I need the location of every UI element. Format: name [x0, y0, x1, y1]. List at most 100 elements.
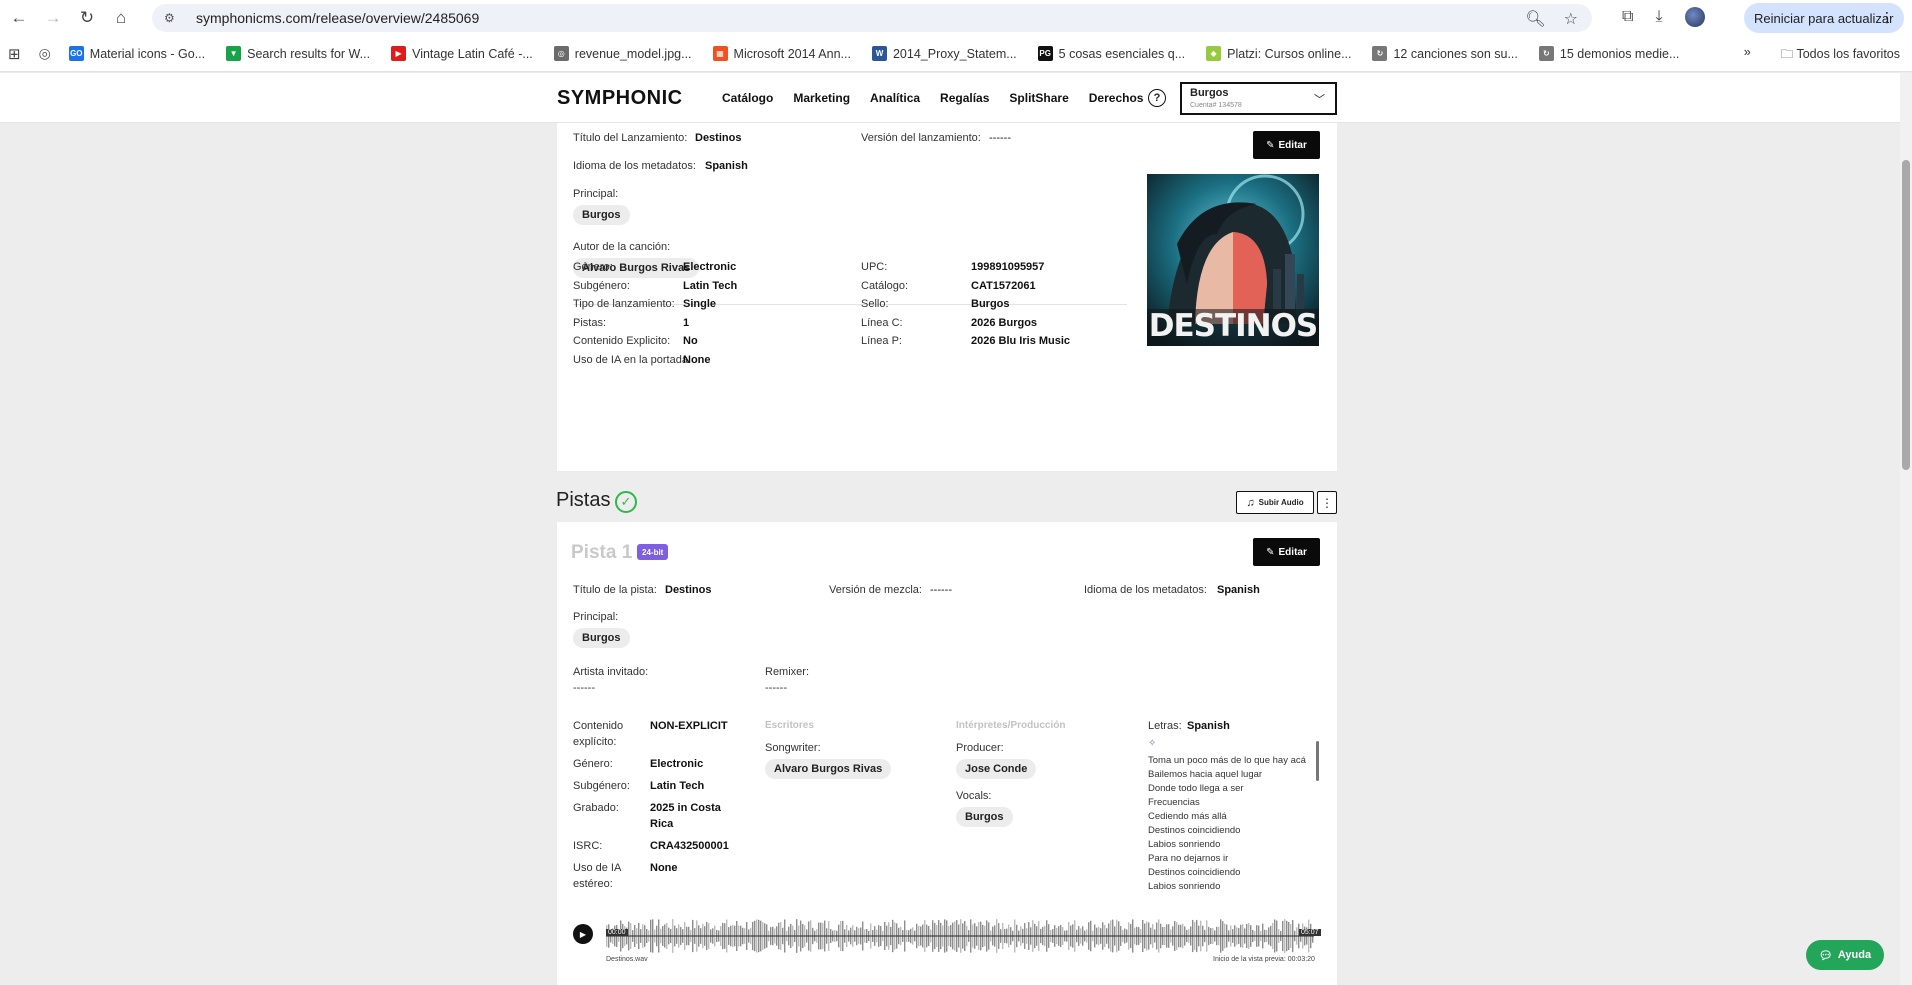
lyrics-text[interactable]: Toma un poco más de lo que hay acá Bailem…: [1148, 754, 1318, 894]
release-field-label: Contenido Explicito:: [573, 335, 671, 347]
lyrics-line: Toma un poco más de lo que hay acá: [1148, 755, 1306, 766]
release-field-label: Uso de IA en la portada:: [573, 353, 692, 366]
bookmark-item[interactable]: ↻ 15 demonios medie...: [1538, 46, 1680, 61]
upload-audio-button[interactable]: ♫ Subir Audio: [1236, 491, 1314, 514]
track-genre-label: Género:: [573, 758, 613, 770]
help-chat-label: Ayuda: [1837, 949, 1872, 961]
release-version-label: Versión del lanzamiento:: [861, 132, 981, 144]
music-note-icon: ♫: [1246, 496, 1255, 509]
audio-player: ▶ 00:00 05:07 Destinos.wav Inicio de la …: [573, 914, 1321, 964]
release-primary-label: Principal:: [573, 188, 619, 200]
url-text[interactable]: symphonicms.com/release/overview/2485069: [196, 10, 479, 26]
guest-artist-value: ------: [573, 682, 595, 694]
extensions-icon[interactable]: ⧉: [1622, 8, 1633, 26]
release-field-label: Género:: [573, 261, 613, 273]
track-primary-label: Principal:: [573, 611, 619, 623]
nav-splitshare[interactable]: SplitShare: [1009, 91, 1068, 105]
back-icon[interactable]: ←: [4, 3, 34, 33]
pencil-icon: ✎: [1266, 546, 1275, 558]
release-title-label: Título del Lanzamiento:: [573, 132, 688, 144]
profile-avatar[interactable]: [1684, 7, 1705, 27]
release-edit-button[interactable]: ✎ Editar: [1253, 131, 1320, 159]
release-field-label: Catálogo:: [861, 279, 909, 292]
waveform[interactable]: [606, 916, 1314, 956]
star-icon[interactable]: ☆: [1564, 9, 1578, 29]
track-title-label: Título de la pista:: [573, 584, 657, 596]
release-field-value: Electronic: [683, 261, 737, 273]
bookmark-item[interactable]: GO Material icons - Go...: [68, 46, 205, 61]
bookmark-label: Search results for W...: [247, 46, 371, 61]
bookmark-favicon-icon: ▼: [226, 46, 242, 61]
bookmark-item[interactable]: ▦ Microsoft 2014 Ann...: [712, 46, 851, 61]
lyrics-line: Donde todo llega a ser: [1148, 783, 1244, 794]
all-favorites-label: Todos los favoritos: [1796, 47, 1900, 61]
remixer-value: ------: [765, 682, 787, 694]
isrc-value: CRA432500001: [650, 840, 729, 852]
nav-rights[interactable]: Derechos: [1089, 91, 1144, 105]
lyrics-line: Cediendo más allá: [1148, 811, 1227, 822]
more-options-icon[interactable]: ⋮: [1317, 491, 1337, 514]
tracks-section-title: Pistas: [556, 489, 611, 511]
bookmark-favicon-icon: ◆: [1206, 46, 1222, 61]
bookmark-globe-icon[interactable]: ◎: [39, 45, 51, 62]
track-edit-label: Editar: [1278, 546, 1307, 558]
ai-stereo-label-1: Uso de IA: [573, 862, 622, 874]
update-button[interactable]: Reiniciar para actualizar ⋮: [1744, 3, 1904, 33]
bookmark-item[interactable]: ◎ revenue_model.jpg...: [553, 46, 692, 61]
bookmark-item[interactable]: ↻ 12 canciones son su...: [1372, 46, 1518, 61]
bookmark-item[interactable]: W 2014_Proxy_Statem...: [871, 46, 1017, 61]
menu-dots-icon[interactable]: ⋮: [1880, 9, 1894, 26]
bookmark-item[interactable]: ▼ Search results for W...: [226, 46, 370, 61]
more-bookmarks-icon[interactable]: »: [1744, 45, 1751, 66]
main-nav: Catálogo Marketing Analítica Regalías Sp…: [722, 91, 1143, 105]
bookmark-label: 15 demonios medie...: [1559, 46, 1680, 61]
nav-marketing[interactable]: Marketing: [793, 91, 850, 105]
lyrics-language: Spanish: [1187, 720, 1230, 732]
nav-royalties[interactable]: Regalías: [940, 91, 989, 105]
help-icon[interactable]: ?: [1148, 89, 1166, 107]
lyrics-scrollbar[interactable]: [1316, 741, 1319, 781]
release-field-label: UPC:: [861, 261, 888, 273]
track-edit-button[interactable]: ✎ Editar: [1253, 538, 1320, 566]
home-icon[interactable]: ⌂: [106, 3, 136, 33]
site-info-icon[interactable]: ⚙: [164, 11, 182, 25]
release-edit-label: Editar: [1278, 139, 1307, 151]
address-bar[interactable]: ⚙ symphonicms.com/release/overview/24850…: [152, 4, 1592, 32]
time-end: 05:07: [1299, 929, 1321, 936]
reload-icon[interactable]: ↻: [72, 3, 102, 33]
apps-grid-icon[interactable]: ⊞: [8, 45, 21, 63]
track-meta-lang-value: Spanish: [1217, 584, 1260, 596]
bookmark-item[interactable]: PG 5 cosas esenciales q...: [1037, 46, 1185, 61]
download-icon[interactable]: ⤓: [1655, 8, 1662, 26]
lyrics-line: Labios sonriendo: [1148, 839, 1221, 850]
forward-icon[interactable]: →: [38, 3, 68, 33]
bookmark-favicon-icon: ▦: [712, 46, 728, 61]
nav-catalog[interactable]: Catálogo: [722, 91, 773, 105]
bookmark-favicon-icon: ◎: [553, 46, 569, 61]
release-primary-chip: Burgos: [573, 205, 630, 225]
producer-label: Producer:: [956, 742, 1004, 754]
release-field-value: 2026 Burgos: [971, 316, 1038, 329]
bookmark-item[interactable]: ▶ Vintage Latin Café -...: [391, 46, 533, 61]
nav-analytics[interactable]: Analítica: [870, 91, 920, 105]
account-selector[interactable]: Burgos Cuenta# 134578 ﹀: [1180, 82, 1337, 115]
play-icon[interactable]: ▶: [573, 924, 593, 944]
track-mix-label: Versión de mezcla:: [829, 584, 922, 596]
songwriter-chip: Alvaro Burgos Rivas: [765, 759, 892, 779]
explicit-label-2: explícito:: [573, 736, 617, 748]
bookmark-label: Platzi: Cursos online...: [1227, 46, 1352, 61]
help-chat-button[interactable]: 💬︎ Ayuda: [1806, 940, 1884, 970]
release-field-value: 2026 Blu Iris Music: [971, 335, 1071, 347]
zoom-icon[interactable]: 🔍︎: [1525, 9, 1545, 29]
bookmark-item[interactable]: ◆ Platzi: Cursos online...: [1206, 46, 1351, 61]
track-title-value: Destinos: [665, 584, 712, 596]
release-field-value: Latin Tech: [683, 279, 738, 292]
bookmark-favicon-icon: ↻: [1372, 46, 1388, 61]
all-favorites-folder[interactable]: 🗀 Todos los favoritos: [1781, 45, 1900, 66]
page-scrollbar-thumb[interactable]: [1902, 160, 1910, 470]
lyrics-line: Labios sonriendo: [1148, 881, 1221, 892]
isrc-label: ISRC:: [573, 840, 603, 852]
pencil-icon: ✎: [1266, 139, 1275, 151]
lyrics-line: Frecuencias: [1148, 797, 1200, 808]
symphonic-logo[interactable]: SYMPHONIC: [557, 87, 683, 110]
